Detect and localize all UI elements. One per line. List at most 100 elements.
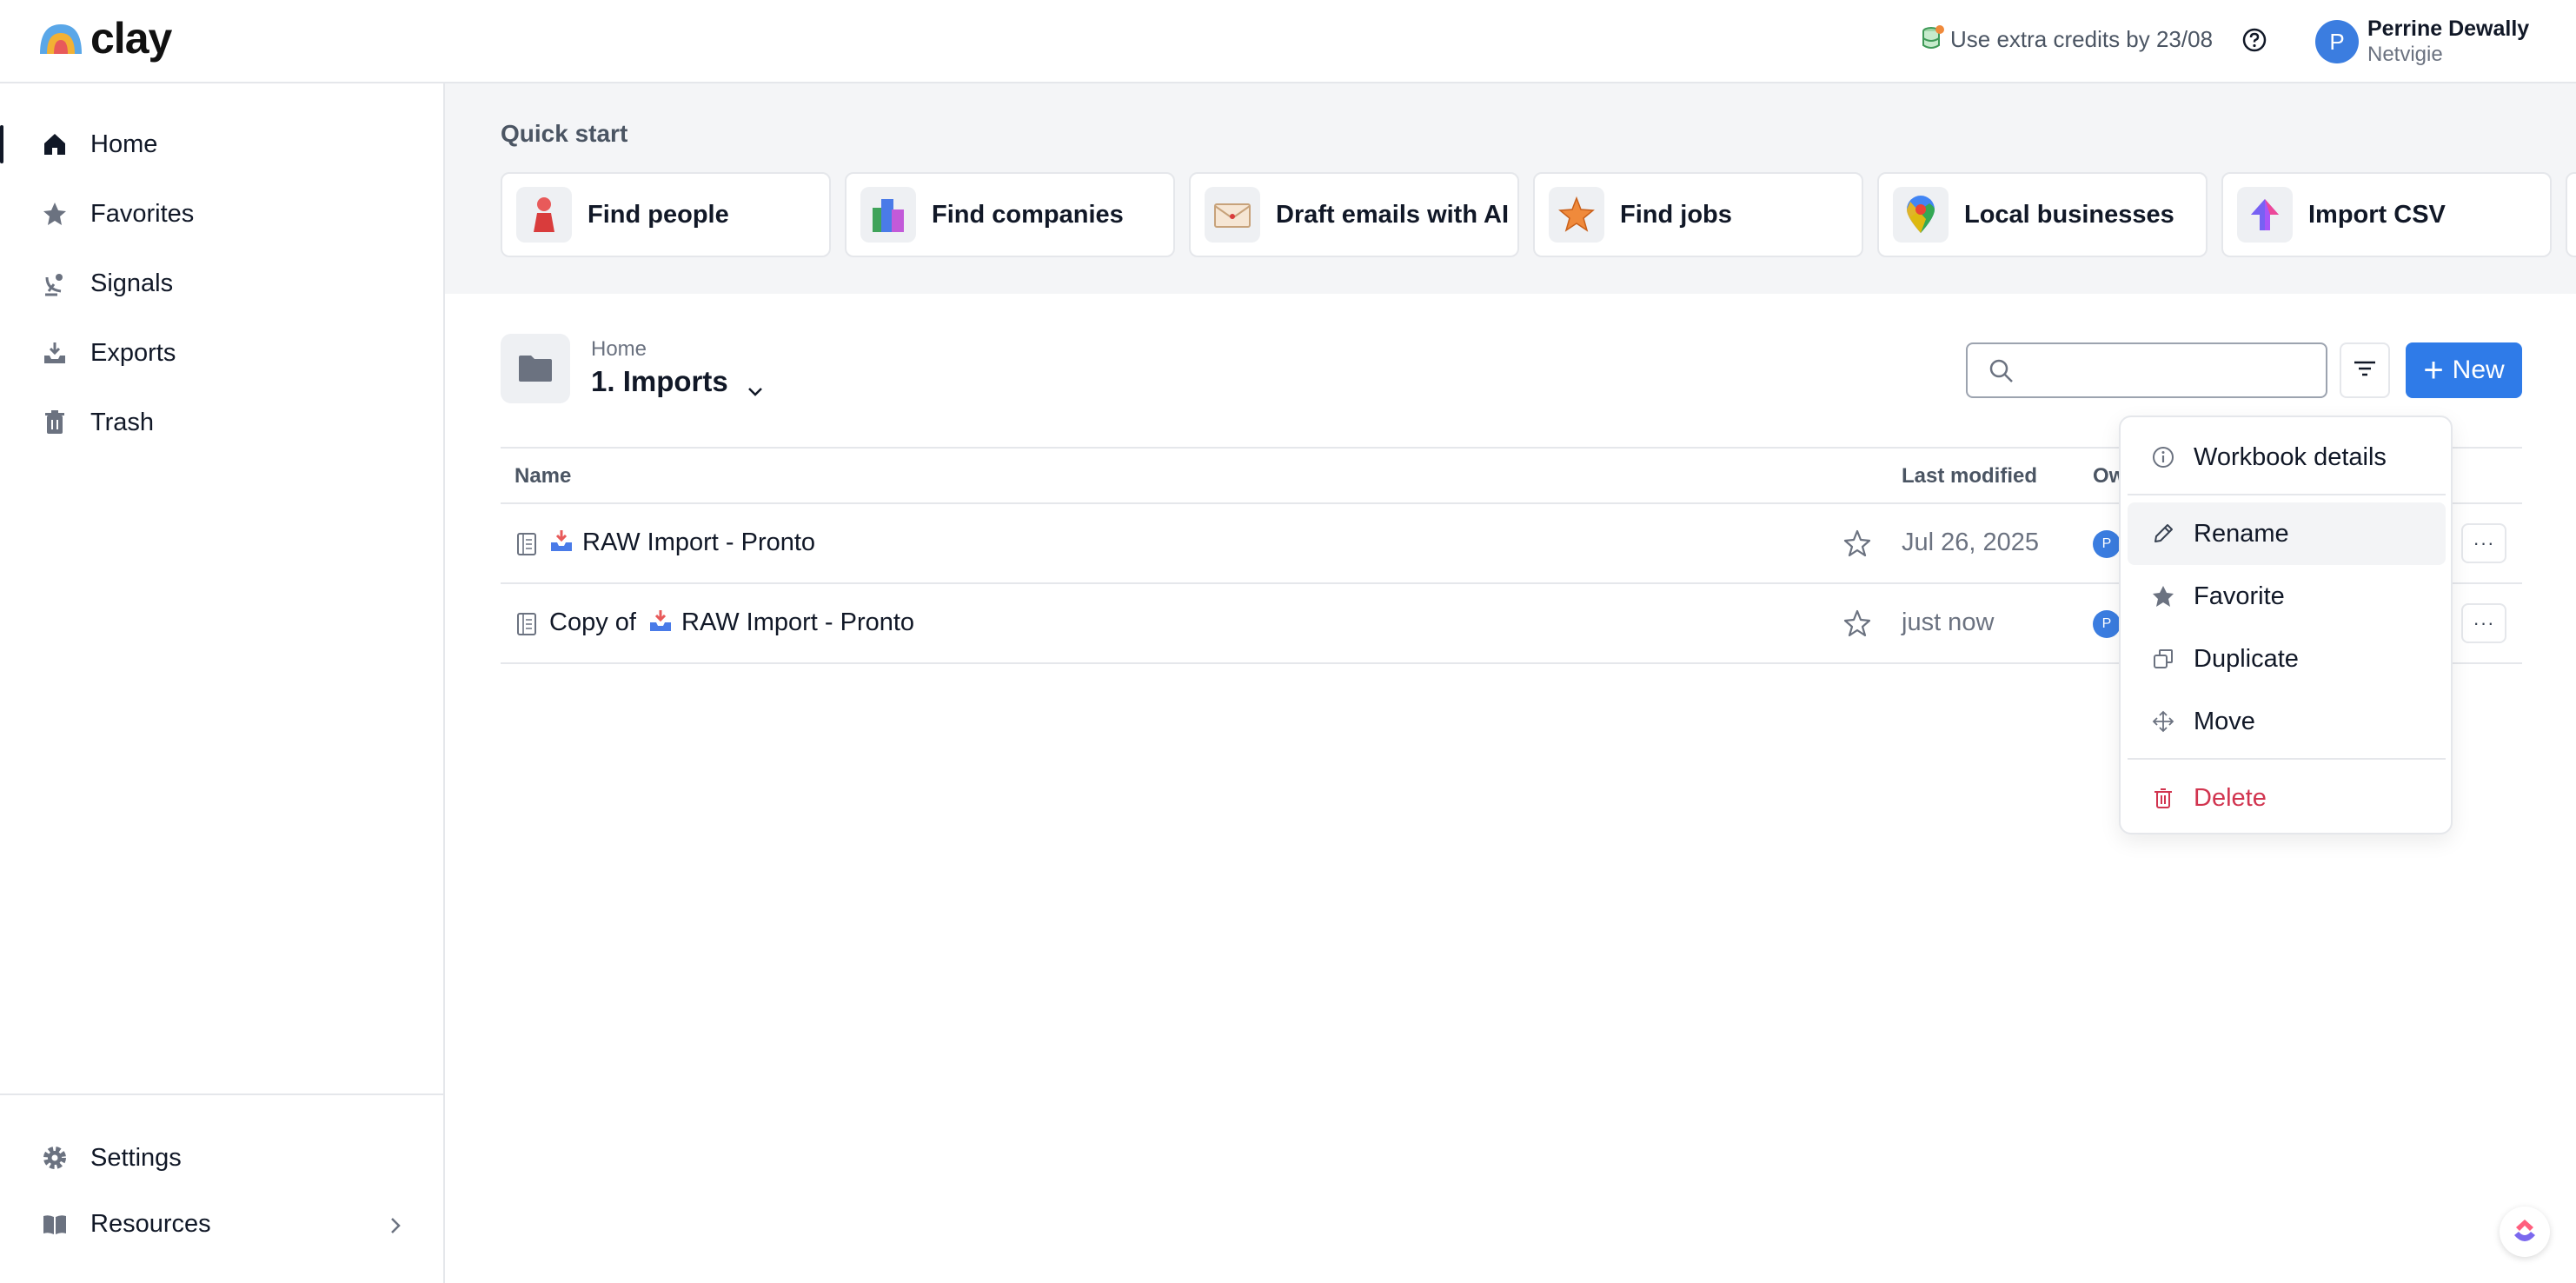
menu-item-label: Rename xyxy=(2194,519,2289,548)
upload-arrow-icon xyxy=(2237,187,2293,243)
export-icon xyxy=(40,338,70,368)
search-icon xyxy=(1988,358,2015,384)
workbook-name[interactable]: RAW Import - Pronto xyxy=(549,528,815,557)
menu-item-label: Move xyxy=(2194,707,2255,735)
info-icon xyxy=(2150,444,2176,470)
workbook-icon xyxy=(516,532,537,556)
menu-divider xyxy=(2128,494,2446,495)
workbook-icon xyxy=(516,612,537,636)
menu-item-rename[interactable]: Rename xyxy=(2128,502,2446,565)
clay-logo[interactable]: clay xyxy=(37,14,172,63)
menu-item-label: Workbook details xyxy=(2194,442,2387,471)
clickup-widget-button[interactable] xyxy=(2500,1207,2550,1257)
quick-card-import-csv[interactable]: Import CSV xyxy=(2221,172,2552,257)
quick-card-draft-emails[interactable]: Draft emails with AI xyxy=(1189,172,1519,257)
more-options-button[interactable]: ··· xyxy=(2461,523,2506,563)
filter-button[interactable] xyxy=(2340,342,2390,398)
credits-text: Use extra credits by 23/08 xyxy=(1950,25,2214,52)
quick-start-section: Quick start Find people Find companies D… xyxy=(445,83,2576,294)
duplicate-icon xyxy=(2150,646,2176,672)
workbook-context-menu: Workbook details Rename Favorite Duplica… xyxy=(2119,415,2453,834)
menu-item-label: Favorite xyxy=(2194,582,2285,610)
sidebar-item-exports[interactable]: Exports xyxy=(0,325,443,381)
help-icon[interactable] xyxy=(2241,26,2268,54)
quick-card-label: Draft emails with AI xyxy=(1276,200,1510,229)
user-name: Perrine Dewally xyxy=(2367,17,2530,41)
new-button-label: New xyxy=(2452,356,2505,384)
folder-title-dropdown[interactable]: 1. Imports xyxy=(591,362,765,401)
workbook-name[interactable]: Copy of RAW Import - Pronto xyxy=(549,608,914,637)
search-box[interactable] xyxy=(1966,342,2327,398)
page-title: 1. Imports xyxy=(591,365,728,397)
column-header-last-modified[interactable]: Last modified xyxy=(1902,464,2037,489)
sidebar-item-label: Signals xyxy=(90,269,174,297)
menu-item-move[interactable]: Move xyxy=(2128,690,2446,753)
sidebar-item-label: Favorites xyxy=(90,199,195,228)
quick-start-cards: Find people Find companies Draft emails … xyxy=(501,172,2576,259)
search-input[interactable] xyxy=(2023,349,2319,391)
sidebar-item-label: Settings xyxy=(90,1143,182,1172)
workbook-name-text: RAW Import - Pronto xyxy=(582,528,816,556)
person-icon xyxy=(516,187,572,243)
owner-avatar: P xyxy=(2093,530,2121,558)
sidebar-item-favorites[interactable]: Favorites xyxy=(0,186,443,242)
signal-icon xyxy=(40,269,70,298)
top-bar: clay Use extra credits by 23/08 P Perrin… xyxy=(0,0,2576,83)
sidebar-item-home[interactable]: Home xyxy=(0,116,443,172)
menu-item-workbook-details[interactable]: Workbook details xyxy=(2128,426,2446,489)
filter-icon xyxy=(2353,359,2377,382)
quick-card-label: Find jobs xyxy=(1620,200,1732,229)
quick-card-find-jobs[interactable]: Find jobs xyxy=(1533,172,1863,257)
book-icon xyxy=(40,1209,70,1239)
quick-card-label: Find people xyxy=(588,200,729,229)
inbox-tray-icon xyxy=(648,608,673,633)
menu-item-delete[interactable]: Delete xyxy=(2128,767,2446,829)
credits-icon xyxy=(1921,24,1945,54)
trash-icon xyxy=(2150,785,2176,811)
quick-card-find-people[interactable]: Find people xyxy=(501,172,831,257)
buildings-icon xyxy=(860,187,916,243)
quick-card-overflow[interactable] xyxy=(2566,172,2576,257)
owner-avatar: P xyxy=(2093,610,2121,638)
chevron-right-icon xyxy=(386,1213,405,1233)
quick-card-find-companies[interactable]: Find companies xyxy=(845,172,1175,257)
breadcrumb[interactable]: Home xyxy=(591,336,765,362)
extra-credits-notice[interactable]: Use extra credits by 23/08 xyxy=(1921,24,2213,54)
clickup-icon xyxy=(2509,1214,2540,1250)
sidebar-item-label: Exports xyxy=(90,338,176,367)
new-button[interactable]: + New xyxy=(2406,342,2522,398)
home-icon xyxy=(40,130,70,159)
workbook-name-prefix: Copy of xyxy=(549,608,636,636)
sidebar-item-signals[interactable]: Signals xyxy=(0,256,443,311)
sidebar: Home Favorites Signals Exports Trash Set… xyxy=(0,83,445,1283)
column-header-name[interactable]: Name xyxy=(515,464,571,489)
quick-card-label: Import CSV xyxy=(2308,200,2446,229)
menu-item-duplicate[interactable]: Duplicate xyxy=(2128,628,2446,690)
menu-item-favorite[interactable]: Favorite xyxy=(2128,565,2446,628)
favorite-star-icon[interactable] xyxy=(1842,528,1872,558)
map-pin-icon xyxy=(1893,187,1949,243)
quick-card-label: Find companies xyxy=(932,200,1124,229)
menu-item-label: Duplicate xyxy=(2194,644,2299,673)
folder-icon xyxy=(501,334,570,403)
last-modified: just now xyxy=(1902,608,1995,636)
sidebar-item-trash[interactable]: Trash xyxy=(0,395,443,450)
user-menu[interactable]: P Perrine Dewally Netvigie xyxy=(2315,16,2529,68)
sidebar-item-settings[interactable]: Settings xyxy=(0,1130,443,1186)
sidebar-item-label: Resources xyxy=(90,1209,211,1238)
sidebar-divider xyxy=(0,1094,443,1095)
inbox-tray-icon xyxy=(549,528,574,553)
star-icon xyxy=(2150,583,2176,609)
sidebar-item-label: Home xyxy=(90,130,158,158)
star-badge-icon xyxy=(1549,187,1604,243)
clay-logo-icon xyxy=(37,19,87,57)
more-options-button[interactable]: ··· xyxy=(2461,603,2506,643)
sidebar-item-resources[interactable]: Resources xyxy=(0,1196,443,1252)
app-name: clay xyxy=(90,14,172,63)
last-modified: Jul 26, 2025 xyxy=(1902,528,2040,556)
favorite-star-icon[interactable] xyxy=(1842,608,1872,638)
pencil-icon xyxy=(2150,521,2176,547)
trash-icon xyxy=(40,408,70,437)
quick-card-local-businesses[interactable]: Local businesses xyxy=(1877,172,2208,257)
menu-divider xyxy=(2128,758,2446,760)
